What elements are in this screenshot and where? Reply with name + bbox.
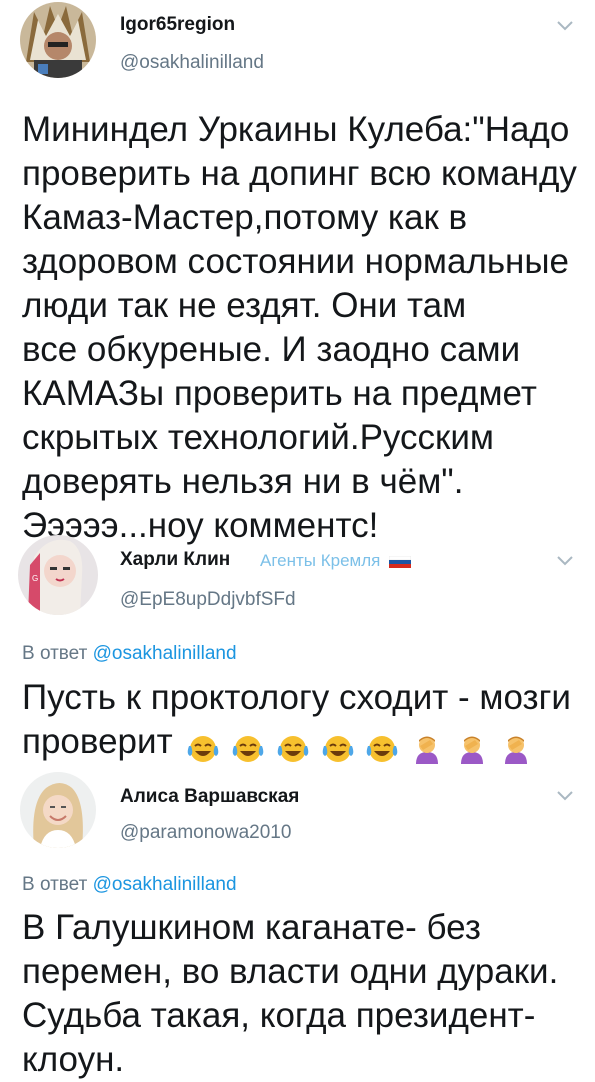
tweet-line: проверит xyxy=(22,722,173,761)
crying-laughing-emoji-icon xyxy=(186,731,220,762)
chevron-down-icon[interactable] xyxy=(556,20,574,32)
avatar[interactable] xyxy=(20,772,96,848)
display-name[interactable]: Igor65region xyxy=(120,14,235,36)
facepalm-emoji-icon xyxy=(455,731,489,764)
reply-mention-link[interactable]: @osakhalinilland xyxy=(93,874,237,895)
russia-flag-icon xyxy=(389,555,412,568)
user-handle[interactable]: @paramonowa2010 xyxy=(120,822,291,844)
tweet-line: Судьба такая, когда президент- xyxy=(22,996,536,1035)
chevron-down-icon[interactable] xyxy=(556,555,574,567)
tweet-line: скрытых технологий.Русским xyxy=(22,418,494,457)
profile-badge: Агенты Кремля xyxy=(260,551,412,571)
facepalm-emoji-icon xyxy=(499,731,533,764)
tweet-line: КАМАЗы проверить на предмет xyxy=(22,374,537,413)
tweet-1: Igor65region @osakhalinilland Мининдел У… xyxy=(0,0,595,545)
user-handle[interactable]: @EpE8upDdjvbfSFd xyxy=(120,589,296,611)
crying-laughing-emoji-icon xyxy=(365,731,399,762)
tweet-line-with-emoji: проверит xyxy=(22,720,571,766)
tweet-text: Пусть к проктологу сходит - мозги провер… xyxy=(22,676,571,766)
reply-mention-link[interactable]: @osakhalinilland xyxy=(93,643,237,664)
tweet-line: В Галушкином каганате- без xyxy=(22,908,481,947)
crying-laughing-emoji-icon xyxy=(231,731,265,762)
chevron-down-icon[interactable] xyxy=(556,790,574,802)
svg-text:G: G xyxy=(32,574,38,583)
tweet-line: здоровом состоянии нормальные xyxy=(22,242,570,281)
facepalm-emoji-icon xyxy=(410,731,444,764)
tweet-line: клоун. xyxy=(22,1040,125,1079)
tweet-line: доверять нельзя ни в чём". xyxy=(22,462,464,501)
tweet-text: В Галушкином каганате- без перемен, во в… xyxy=(22,906,558,1082)
display-name[interactable]: Харли Клин xyxy=(120,549,230,571)
tweet-line: проверить на допинг всю команду xyxy=(22,154,577,193)
badge-label: Агенты Кремля xyxy=(260,551,381,570)
crying-laughing-emoji-icon xyxy=(321,731,355,762)
emoji-group xyxy=(186,722,534,766)
reply-context: В ответ @osakhalinilland xyxy=(22,874,237,896)
display-name[interactable]: Алиса Варшавская xyxy=(120,786,299,808)
user-handle[interactable]: @osakhalinilland xyxy=(120,52,264,74)
tweet-line: Пусть к проктологу сходит - мозги xyxy=(22,678,571,717)
reply-context: В ответ @osakhalinilland xyxy=(22,643,237,665)
reply-prefix: В ответ xyxy=(22,874,93,895)
tweet-line: Камаз-Мастер,потому как в xyxy=(22,198,468,237)
tweet-line: Мининдел Уркаины Кулеба:"Надо xyxy=(22,110,570,149)
tweet-2: G Харли Клин Агенты Кремля @EpE8upDdjvbf… xyxy=(0,535,595,765)
tweet-line: люди так не ездят. Они там xyxy=(22,286,467,325)
crying-laughing-emoji-icon xyxy=(276,731,310,762)
tweet-line: все обкуреные. И заодно сами xyxy=(22,330,521,369)
tweet-line: перемен, во власти одни дураки. xyxy=(22,952,559,991)
avatar[interactable]: G xyxy=(18,535,98,615)
reply-prefix: В ответ xyxy=(22,643,93,664)
avatar[interactable] xyxy=(20,2,96,78)
tweet-3: Алиса Варшавская @paramonowa2010 В ответ… xyxy=(0,772,595,1080)
tweet-text: Мининдел Уркаины Кулеба:"Надо проверить … xyxy=(22,108,577,548)
